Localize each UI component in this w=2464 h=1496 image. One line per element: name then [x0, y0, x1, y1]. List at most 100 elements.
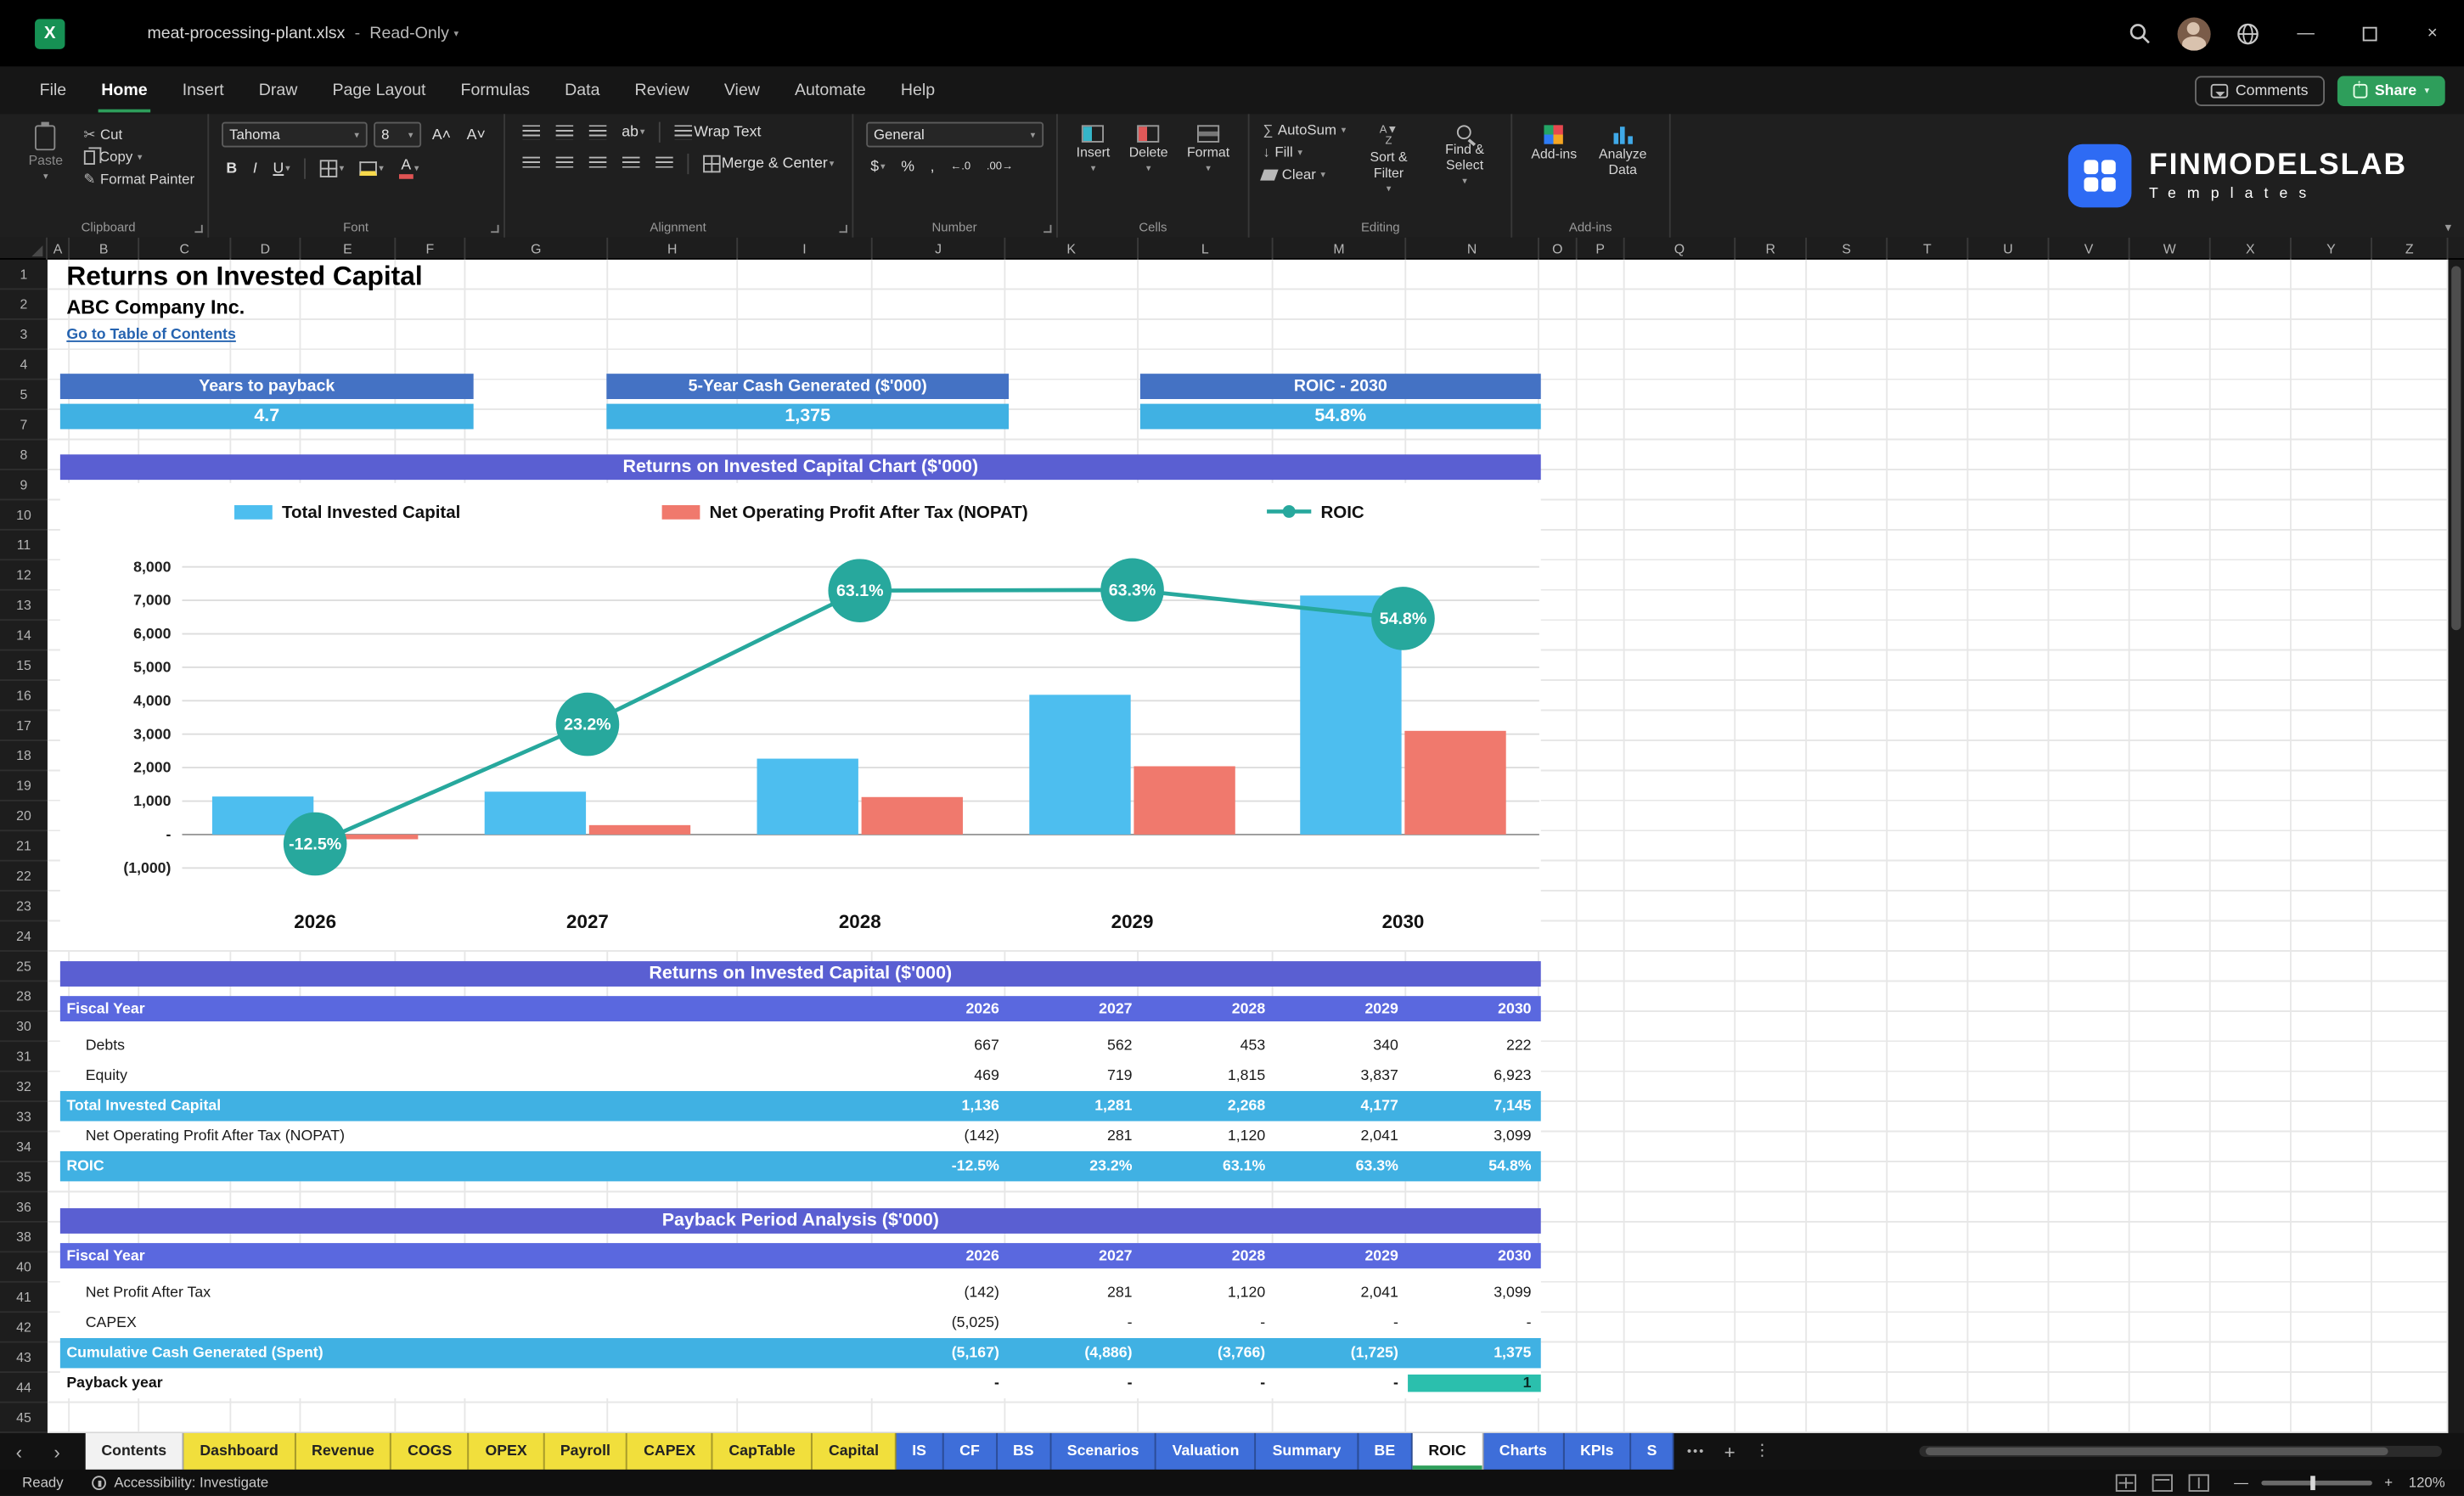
align-bottom-button[interactable]: [583, 125, 610, 140]
font-color-button[interactable]: A ▾: [395, 159, 424, 179]
zoom-slider[interactable]: [2260, 1475, 2372, 1490]
globe-button[interactable]: [2220, 0, 2274, 66]
column-header-P[interactable]: P: [1578, 237, 1625, 260]
worksheet[interactable]: 1 2 3 4 5 7 8 9 10 11 12 13 14 15 16 17 18 19 20 21 22 23 24 25…: [0, 259, 2464, 1433]
column-header-O[interactable]: O: [1539, 237, 1578, 260]
tabs-overflow-button[interactable]: •••: [1687, 1444, 1705, 1459]
fill-color-button[interactable]: ▾: [355, 161, 388, 177]
orientation-button[interactable]: ab ▾: [617, 123, 650, 141]
horizontal-scrollbar-thumb[interactable]: [1925, 1447, 2388, 1456]
row-header-34[interactable]: 34: [0, 1133, 48, 1162]
column-header-B[interactable]: B: [70, 237, 140, 260]
cell[interactable]: -: [1408, 1314, 1541, 1332]
format-cells-button[interactable]: Format ▾: [1180, 122, 1235, 212]
row-header-17[interactable]: 17: [0, 711, 48, 741]
cell[interactable]: 281: [1009, 1128, 1142, 1145]
vertical-scrollbar[interactable]: [2448, 259, 2464, 1433]
column-header-Y[interactable]: Y: [2292, 237, 2372, 260]
cell[interactable]: 63.1%: [1142, 1157, 1275, 1175]
cell[interactable]: 1,815: [1142, 1067, 1275, 1085]
align-middle-button[interactable]: [550, 125, 577, 140]
underline-button[interactable]: U ▾: [268, 160, 295, 177]
row-header-45[interactable]: 45: [0, 1403, 48, 1433]
cell[interactable]: (5,167): [875, 1344, 1009, 1362]
row-header-13[interactable]: 13: [0, 591, 48, 621]
row-header-28[interactable]: 28: [0, 981, 48, 1012]
row-header-5[interactable]: 5: [0, 380, 48, 411]
cell[interactable]: 3,099: [1408, 1128, 1541, 1145]
cell[interactable]: 469: [875, 1067, 1009, 1085]
delete-cells-button[interactable]: Delete ▾: [1122, 122, 1174, 212]
align-left-button[interactable]: [517, 156, 544, 172]
column-header-Q[interactable]: Q: [1625, 237, 1736, 260]
cell[interactable]: 1,136: [875, 1098, 1009, 1116]
cell[interactable]: 54.8%: [1408, 1157, 1541, 1175]
page-break-view-button[interactable]: [2188, 1473, 2209, 1491]
font-name-select[interactable]: Tahoma ▾: [221, 121, 368, 148]
cell[interactable]: 63.3%: [1274, 1157, 1408, 1175]
sheet-tab-dashboard[interactable]: Dashboard: [183, 1432, 296, 1470]
row-header-18[interactable]: 18: [0, 741, 48, 772]
sheet-tab-valuation[interactable]: Valuation: [1156, 1432, 1257, 1470]
cell[interactable]: 4,177: [1274, 1098, 1408, 1116]
zoom-slider-thumb[interactable]: [2310, 1475, 2316, 1490]
row-header-41[interactable]: 41: [0, 1283, 48, 1313]
row-header-9[interactable]: 9: [0, 470, 48, 501]
row-header-8[interactable]: 8: [0, 440, 48, 470]
row-header-11[interactable]: 11: [0, 531, 48, 561]
row-header-2[interactable]: 2: [0, 290, 48, 320]
grow-font-button[interactable]: A˄: [427, 126, 455, 143]
cell[interactable]: 6,923: [1408, 1067, 1541, 1085]
paste-button[interactable]: Paste ▾: [22, 121, 69, 187]
column-header-T[interactable]: T: [1887, 237, 1969, 260]
cell[interactable]: 3,099: [1408, 1285, 1541, 1302]
menu-item-insert[interactable]: Insert: [165, 66, 241, 114]
read-only-badge[interactable]: Read-Only ▾: [369, 24, 458, 42]
cell[interactable]: 562: [1009, 1038, 1142, 1055]
row-header-12[interactable]: 12: [0, 560, 48, 591]
menu-item-help[interactable]: Help: [883, 66, 952, 114]
cell[interactable]: (142): [875, 1128, 1009, 1145]
account-button[interactable]: [2166, 0, 2219, 66]
cell[interactable]: 667: [875, 1038, 1009, 1055]
menu-item-home[interactable]: Home: [84, 66, 165, 114]
column-header-A[interactable]: A: [48, 237, 70, 260]
tabs-scroll-right-button[interactable]: ›: [38, 1440, 76, 1462]
row-header-42[interactable]: 42: [0, 1313, 48, 1343]
row-header-7[interactable]: 7: [0, 410, 48, 441]
row-header-15[interactable]: 15: [0, 651, 48, 681]
menu-item-draw[interactable]: Draw: [241, 66, 315, 114]
sheet-tab-charts[interactable]: Charts: [1483, 1432, 1565, 1470]
cell[interactable]: -: [875, 1375, 1009, 1392]
sheet-tab-is[interactable]: IS: [896, 1432, 944, 1470]
menu-item-formulas[interactable]: Formulas: [443, 66, 548, 114]
sheet-tab-capital[interactable]: Capital: [813, 1432, 897, 1470]
percent-style-button[interactable]: %: [897, 159, 920, 177]
sheet-tab-contents[interactable]: Contents: [85, 1432, 184, 1470]
row-header-1[interactable]: 1: [0, 260, 48, 290]
row-header-40[interactable]: 40: [0, 1252, 48, 1283]
clear-button[interactable]: Clear ▾: [1260, 166, 1346, 182]
cell[interactable]: (142): [875, 1285, 1009, 1302]
column-header-R[interactable]: R: [1735, 237, 1808, 260]
row-header-43[interactable]: 43: [0, 1343, 48, 1374]
sheet-tab-s[interactable]: S: [1630, 1432, 1674, 1470]
normal-view-button[interactable]: [2115, 1473, 2136, 1491]
sheet-tab-be[interactable]: BE: [1358, 1432, 1413, 1470]
increase-decimal-button[interactable]: ←.0: [946, 161, 976, 172]
menu-item-review[interactable]: Review: [617, 66, 706, 114]
cell[interactable]: 2,268: [1142, 1098, 1275, 1116]
add-sheet-button[interactable]: +: [1724, 1440, 1735, 1462]
sheet-tab-capex[interactable]: CAPEX: [627, 1432, 713, 1470]
row-header-16[interactable]: 16: [0, 681, 48, 711]
column-header-S[interactable]: S: [1807, 237, 1888, 260]
cell[interactable]: 1,375: [1408, 1344, 1541, 1362]
row-header-3[interactable]: 3: [0, 320, 48, 351]
row-header-35[interactable]: 35: [0, 1162, 48, 1193]
comma-style-button[interactable]: ,: [925, 159, 939, 177]
sheet-canvas[interactable]: Returns on Invested Capital ABC Company …: [47, 259, 2449, 1433]
row-header-32[interactable]: 32: [0, 1072, 48, 1103]
decrease-decimal-button[interactable]: .00→: [982, 161, 1017, 172]
addins-button[interactable]: Add-ins: [1525, 122, 1584, 212]
menu-item-data[interactable]: Data: [548, 66, 617, 114]
